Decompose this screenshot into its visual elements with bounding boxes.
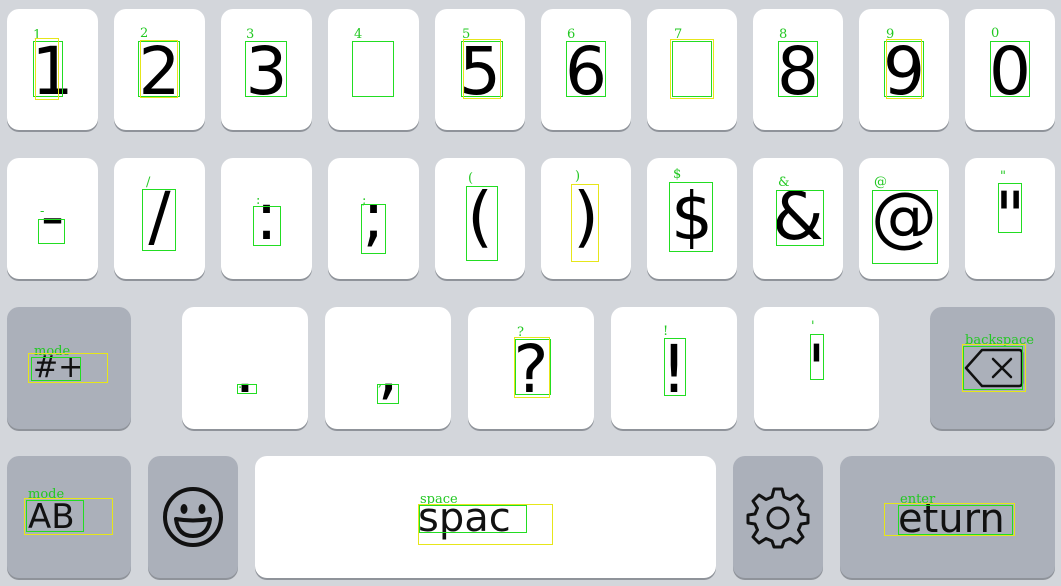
annotation-box (998, 183, 1022, 233)
key-hint-label: 4 (354, 27, 363, 42)
annotation-box (566, 41, 606, 97)
key-hint-label: 3 (246, 27, 255, 42)
settings-key[interactable] (733, 456, 823, 578)
key-hint-label: - (40, 204, 45, 219)
annotation-box (670, 39, 714, 99)
key-hint-label: 8 (779, 27, 788, 42)
emoji-key[interactable] (148, 456, 238, 578)
annotation-box (140, 40, 178, 98)
gear-icon (746, 487, 810, 549)
annotation-box (884, 503, 1015, 536)
annotation-box (466, 186, 498, 261)
key-hint-label: " (1000, 169, 1006, 184)
annotation-box (245, 41, 287, 97)
annotation-box (886, 39, 922, 99)
annotation-box (142, 189, 176, 251)
annotation-box (237, 384, 257, 394)
key-period[interactable]: . (182, 307, 308, 429)
key-hint-label: ' (811, 319, 815, 334)
key-hint-label: 0 (991, 26, 1000, 41)
annotation-box (962, 344, 1026, 392)
annotation-box (664, 338, 686, 396)
key-hint-label: 6 (567, 27, 576, 42)
annotation-box (776, 190, 824, 246)
annotation-box (778, 41, 818, 97)
key-comma[interactable]: , (325, 307, 451, 429)
key-hint-label: @ (874, 175, 887, 190)
annotation-box (253, 206, 281, 246)
annotation-box (352, 41, 394, 97)
annotation-box (361, 204, 386, 254)
key-hint-label: & (778, 175, 790, 190)
annotation-box (418, 504, 553, 545)
annotation-box (810, 334, 824, 380)
key-hint-label: ( (468, 171, 474, 186)
key-hint-label: ) (575, 169, 581, 184)
annotation-box (38, 219, 65, 244)
key-hint-label: / (146, 175, 151, 190)
annotation-box (571, 184, 599, 262)
annotation-box (669, 182, 713, 252)
annotation-box (872, 190, 938, 264)
annotation-box (514, 337, 550, 398)
annotation-box (377, 384, 399, 404)
annotation-box (463, 39, 501, 99)
annotation-box (990, 41, 1030, 97)
annotation-box (24, 498, 113, 535)
annotation-box (35, 38, 59, 100)
annotation-box (28, 353, 108, 383)
key-hint-label: 2 (140, 26, 149, 41)
emoji-icon (163, 487, 223, 547)
key-hint-label: ! (663, 324, 669, 339)
key-hint-label: $ (673, 167, 682, 182)
